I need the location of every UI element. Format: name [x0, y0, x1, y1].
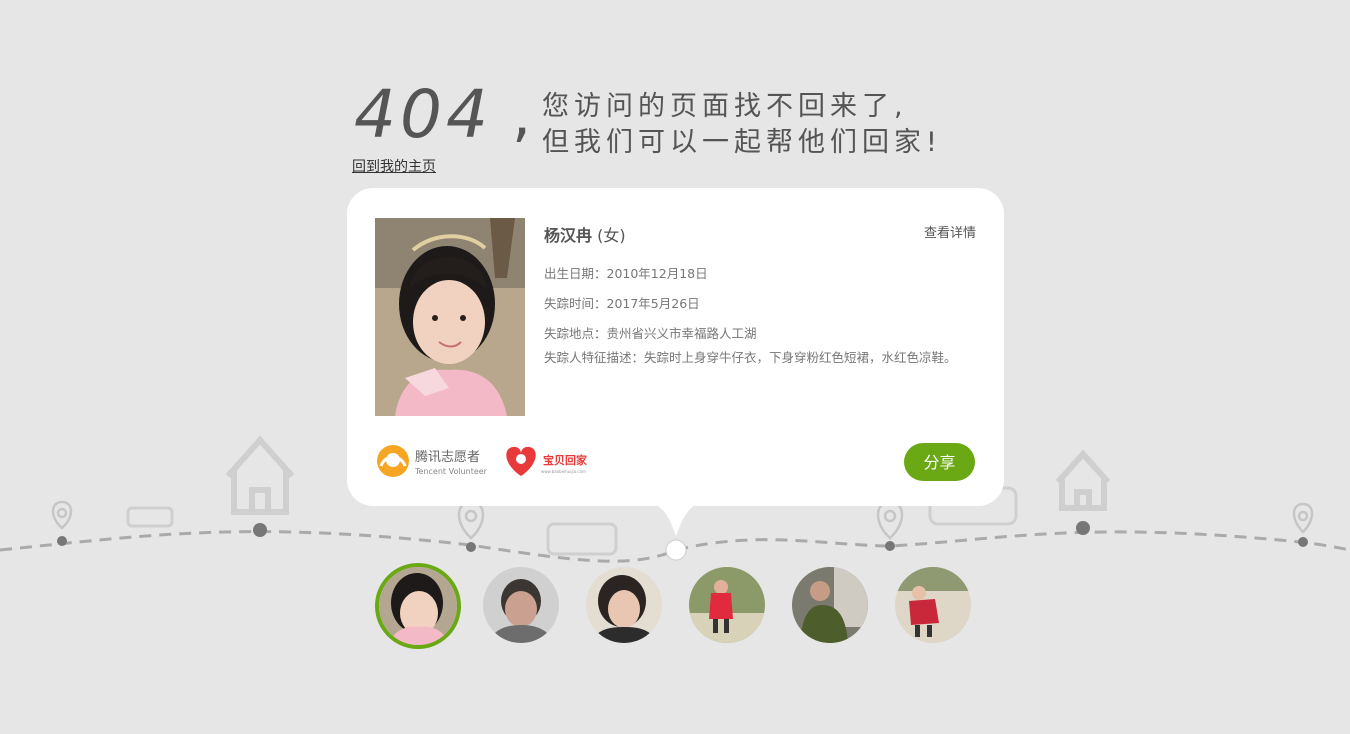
child-photo: [375, 218, 525, 416]
error-code: 404: [354, 76, 492, 153]
thumbnail-child-1[interactable]: [375, 563, 461, 649]
card-pointer: [634, 500, 718, 536]
missing-description: 失踪人特征描述：失踪时上身穿牛仔衣，下身穿粉红色短裙，水红色凉鞋。: [544, 350, 957, 365]
error-message-line-2: 但我们可以一起帮他们回家!: [542, 127, 942, 158]
baobei-huijia-logo: 宝贝回家 www.baobeihuijia.com: [503, 444, 595, 478]
view-details-link[interactable]: 查看详情: [924, 222, 976, 241]
svg-text:www.baobeihuijia.com: www.baobeihuijia.com: [541, 469, 586, 474]
missing-child-card: 杨汉冉 (女) 查看详情 出生日期：2010年12月18日 失踪时间：2017年…: [347, 188, 1004, 506]
missing-place: 失踪地点：贵州省兴义市幸福路人工湖: [544, 326, 757, 341]
thumbnail-child-2[interactable]: [483, 567, 559, 643]
child-name: 杨汉冉 (女): [544, 222, 626, 246]
missing-time: 失踪时间：2017年5月26日: [544, 296, 700, 311]
share-button[interactable]: 分享: [904, 443, 975, 481]
error-header: 404 , 您访问的页面找不回来了, 但我们可以一起帮他们回家!: [352, 76, 1032, 160]
svg-text:Tencent Volunteer: Tencent Volunteer: [414, 467, 488, 476]
error-comma: ,: [512, 80, 532, 150]
tencent-volunteer-logo: 腾讯志愿者 Tencent Volunteer: [375, 444, 497, 478]
error-message-line-1: 您访问的页面找不回来了,: [542, 91, 908, 122]
child-name-text: 杨汉冉: [544, 226, 593, 245]
thumbnail-child-6[interactable]: [895, 567, 971, 643]
svg-text:宝贝回家: 宝贝回家: [543, 453, 588, 467]
child-gender: (女): [597, 226, 626, 245]
thumbnail-child-5[interactable]: [792, 567, 868, 643]
svg-text:腾讯志愿者: 腾讯志愿者: [415, 449, 480, 465]
thumbnail-child-4[interactable]: [689, 567, 765, 643]
home-link[interactable]: 回到我的主页: [352, 156, 436, 176]
child-thumbnails: [375, 563, 975, 649]
thumbnail-child-3[interactable]: [586, 567, 662, 643]
birth-date: 出生日期：2010年12月18日: [544, 266, 708, 281]
